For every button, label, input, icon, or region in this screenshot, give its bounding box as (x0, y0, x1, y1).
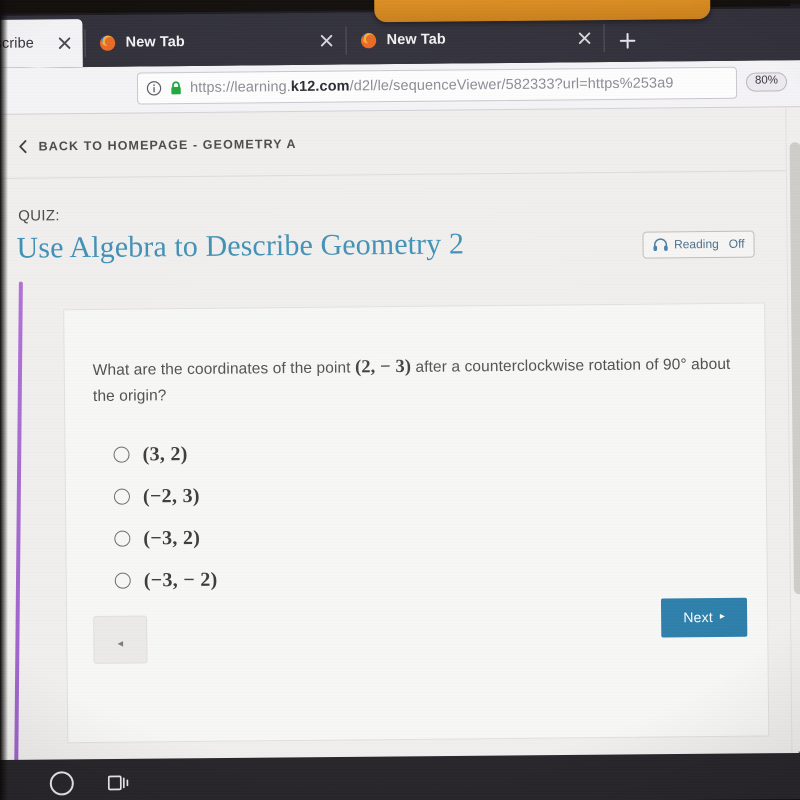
question-card: What are the coordinates of the point (2… (63, 302, 770, 744)
header-divider (0, 170, 800, 179)
monitor-left-bezel (0, 0, 8, 800)
browser-tab-2-title: New Tab (125, 34, 185, 51)
new-tab-button[interactable] (616, 30, 638, 52)
answer-choice-label: (3, 2) (142, 442, 188, 465)
answer-choice-label: (−2, 3) (142, 484, 200, 507)
question-text: What are the coordinates of the point (2… (93, 351, 741, 410)
browser-tab-1[interactable]: scribe (0, 19, 83, 69)
firefox-icon (359, 31, 377, 49)
windows-taskbar (0, 752, 800, 800)
back-to-homepage-link[interactable]: BACK TO HOMEPAGE - GEOMETRY A (18, 137, 297, 154)
chevron-left-icon (18, 140, 29, 154)
browser-navbar: https://learning.k12.com/d2l/le/sequence… (0, 60, 800, 115)
close-icon[interactable] (57, 35, 73, 51)
answer-choice[interactable]: (−3, − 2) (114, 554, 675, 601)
answer-choice-label: (−3, 2) (143, 526, 201, 549)
page-content: BACK TO HOMEPAGE - GEOMETRY A QUIZ: Use … (0, 106, 800, 774)
next-button[interactable]: Next ▸ (661, 597, 748, 638)
next-button-label: Next (683, 609, 713, 626)
url-suffix: /d2l/le/sequenceViewer/582333?url=https%… (349, 75, 674, 95)
question-text-before: What are the coordinates of the point (92, 359, 356, 379)
taskbar-icons (49, 771, 130, 796)
reading-toggle-label: Reading (673, 236, 719, 252)
url-prefix: https://learning. (189, 79, 291, 97)
question-point: (2, − 3) (354, 356, 412, 378)
url-domain: k12.com (290, 78, 350, 96)
tab-separator-3 (603, 24, 605, 53)
page-scrollbar[interactable]: ⌄ (785, 106, 800, 767)
firefox-icon (99, 34, 117, 52)
reading-toggle-button[interactable]: Reading Off (641, 230, 755, 259)
zoom-level-badge[interactable]: 80% (745, 72, 788, 92)
previous-arrow-icon: ◂ (117, 637, 124, 650)
reading-toggle-state: Off (728, 236, 745, 251)
previous-question-button[interactable]: ◂ (93, 615, 148, 664)
lock-icon (169, 80, 183, 96)
radio-button[interactable] (114, 572, 131, 589)
answer-choice[interactable]: (3, 2) (113, 428, 673, 475)
answer-choice[interactable]: (−3, 2) (114, 512, 674, 559)
task-view-icon[interactable] (107, 773, 130, 793)
close-icon[interactable] (319, 33, 335, 49)
scrollbar-thumb[interactable] (789, 142, 800, 595)
monitor-screen: Nia vas scribe (0, 0, 800, 800)
next-arrow-icon: ▸ (719, 610, 726, 622)
browser-tab-2[interactable]: New Tab (86, 17, 344, 67)
page-title: Use Algebra to Describe Geometry 2 (16, 227, 465, 265)
headphones-icon (652, 237, 668, 251)
radio-button[interactable] (113, 488, 131, 505)
url-input[interactable]: https://learning.k12.com/d2l/le/sequence… (136, 66, 738, 105)
answer-choices: (3, 2) (−2, 3) (−3, 2) (−3, − 2) (113, 428, 675, 601)
browser-tab-3-title: New Tab (386, 31, 446, 49)
orange-overlay-banner: Nia vas (373, 0, 711, 23)
screen-photo: Nia vas scribe (0, 0, 800, 800)
search-icon[interactable] (49, 771, 74, 796)
close-icon[interactable] (576, 30, 592, 46)
back-link-label: BACK TO HOMEPAGE - GEOMETRY A (38, 136, 297, 154)
answer-choice[interactable]: (−2, 3) (113, 470, 674, 517)
url-text: https://learning.k12.com/d2l/le/sequence… (190, 75, 674, 96)
answer-choice-label: (−3, − 2) (143, 568, 218, 591)
radio-button[interactable] (114, 530, 131, 547)
info-icon[interactable] (146, 80, 162, 96)
radio-button[interactable] (113, 446, 130, 463)
quiz-label: QUIZ: (18, 207, 60, 225)
accent-rail (14, 281, 23, 774)
